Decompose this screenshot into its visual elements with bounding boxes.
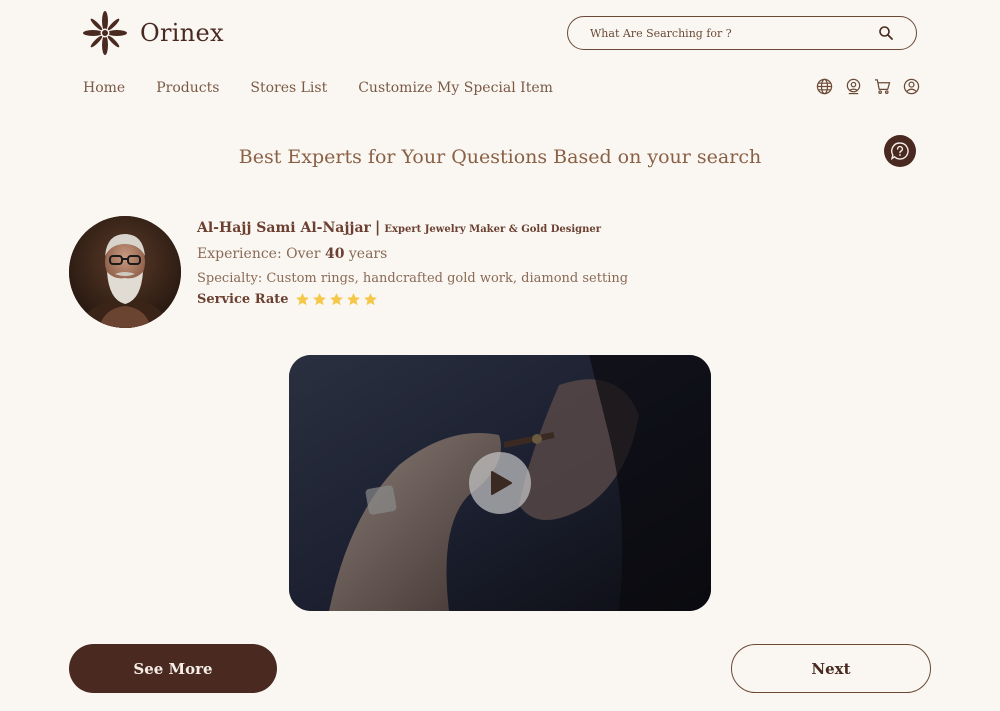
rating-stars (295, 292, 378, 307)
question-chat-icon (890, 142, 909, 161)
globe-icon[interactable] (816, 78, 833, 95)
search-icon[interactable] (878, 25, 894, 41)
expert-info: Al-Hajj Sami Al-Najjar | Expert Jewelry … (197, 218, 628, 307)
star-icon (346, 293, 360, 306)
next-button[interactable]: Next (731, 644, 931, 693)
logo-icon (83, 11, 127, 55)
expert-experience: Experience: Over 40 years (197, 246, 628, 262)
expert-name[interactable]: Al-Hajj Sami Al-Najjar (197, 220, 371, 236)
page-title: Best Experts for Your Questions Based on… (238, 146, 762, 168)
nav-item-stores-list[interactable]: Stores List (250, 80, 327, 96)
video-player[interactable] (289, 355, 711, 611)
user-icon[interactable] (903, 78, 920, 95)
service-rate: Service Rate (197, 292, 628, 307)
nav-item-home[interactable]: Home (83, 80, 125, 96)
header-icons (816, 78, 920, 95)
play-button[interactable] (469, 452, 531, 514)
expert-specialty: Specialty: Custom rings, handcrafted gol… (197, 271, 629, 286)
see-more-button[interactable]: See More (69, 644, 277, 693)
logo-text: Orinex (140, 19, 224, 47)
star-icon (295, 293, 309, 306)
location-icon[interactable] (845, 78, 862, 95)
cart-icon[interactable] (874, 78, 891, 95)
expert-title: Expert Jewelry Maker & Gold Designer (384, 224, 602, 235)
help-button[interactable] (884, 135, 916, 167)
search-input[interactable] (590, 26, 878, 40)
expert-avatar[interactable] (69, 216, 181, 328)
expert-name-row: Al-Hajj Sami Al-Najjar | Expert Jewelry … (197, 218, 628, 236)
experience-prefix: Experience: Over (197, 246, 321, 262)
star-icon (329, 293, 343, 306)
experience-years: 40 (324, 246, 345, 262)
main-nav: Home Products Stores List Customize My S… (83, 80, 553, 96)
expert-photo (69, 216, 181, 328)
nav-item-customize[interactable]: Customize My Special Item (358, 80, 553, 96)
nav-item-products[interactable]: Products (156, 80, 219, 96)
search-bar[interactable] (567, 16, 917, 50)
experience-suffix: years (348, 246, 388, 262)
service-rate-label: Service Rate (197, 292, 289, 307)
star-icon (312, 293, 326, 306)
logo[interactable]: Orinex (82, 10, 224, 56)
name-separator: | (374, 218, 381, 236)
star-icon (363, 293, 377, 306)
play-icon (491, 471, 512, 495)
